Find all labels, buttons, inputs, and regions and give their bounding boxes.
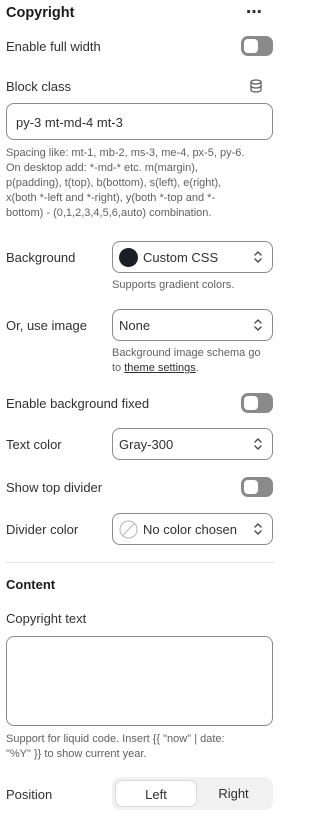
help-line: bottom) - (0,1,2,3,4,5,6,auto) combinati… xyxy=(6,207,212,219)
select-chevron-icon xyxy=(254,523,262,535)
toggle-knob xyxy=(244,480,258,494)
background-value: Custom CSS xyxy=(143,250,219,265)
no-color-swatch-icon xyxy=(119,520,138,539)
help-line: On desktop add: *-md-* etc. m(margin), xyxy=(6,162,198,174)
text-color-label: Text color xyxy=(6,437,62,452)
copyright-text-input[interactable] xyxy=(6,636,273,726)
section-divider xyxy=(6,562,274,563)
block-class-help: Spacing like: mt-1, mb-2, ms-3, me-4, px… xyxy=(6,146,278,221)
background-swatch xyxy=(119,248,138,267)
theme-settings-link[interactable]: theme settings xyxy=(124,362,196,374)
copyright-help: Support for liquid code. Insert {{ "now"… xyxy=(6,732,281,762)
bg-fixed-toggle[interactable] xyxy=(241,393,273,413)
content-heading: Content xyxy=(6,577,56,592)
full-width-label: Enable full width xyxy=(6,39,101,54)
background-select[interactable]: Custom CSS xyxy=(112,241,273,273)
help-line: Background image schema go xyxy=(112,347,261,359)
select-chevron-icon xyxy=(254,438,262,450)
help-line: p(padding), t(top), b(bottom), s(left), … xyxy=(6,177,222,189)
image-help: Background image schema go to theme sett… xyxy=(112,346,282,376)
full-width-toggle[interactable] xyxy=(241,36,273,56)
text-color-value: Gray-300 xyxy=(119,437,174,452)
position-label: Position xyxy=(6,787,53,802)
top-divider-label: Show top divider xyxy=(6,480,103,495)
position-option-right[interactable]: Right xyxy=(197,780,270,807)
position-segmented-control: Left Right xyxy=(112,777,273,810)
block-class-value: py-3 mt-md-4 mt-3 xyxy=(16,115,123,130)
help-line: "%Y" }} to show current year. xyxy=(6,748,147,760)
select-chevron-icon xyxy=(254,251,262,263)
help-line: Spacing like: mt-1, mb-2, ms-3, me-4, px… xyxy=(6,147,245,159)
copyright-text-label: Copyright text xyxy=(6,611,87,626)
help-line: Support for liquid code. Insert {{ "now"… xyxy=(6,733,225,745)
text-color-select[interactable]: Gray-300 xyxy=(112,428,273,460)
help-text: to xyxy=(112,362,125,374)
help-line: x(both *-left and *-right), y(both *-top… xyxy=(6,192,216,204)
help-text: . xyxy=(195,362,199,374)
help-line: to theme settings. xyxy=(112,361,282,376)
select-chevron-icon xyxy=(254,319,262,331)
divider-color-value: No color chosen xyxy=(143,522,237,537)
divider-color-select[interactable]: No color chosen xyxy=(112,513,273,545)
database-icon[interactable] xyxy=(249,79,263,93)
more-options-icon[interactable]: ⋯ xyxy=(246,2,262,22)
image-value: None xyxy=(119,318,151,333)
image-select[interactable]: None xyxy=(112,309,273,341)
background-help: Supports gradient colors. xyxy=(112,279,235,291)
block-class-label: Block class xyxy=(6,79,72,94)
bg-fixed-label: Enable background fixed xyxy=(6,396,150,411)
block-title: Copyright xyxy=(6,5,75,21)
top-divider-toggle[interactable] xyxy=(241,477,273,497)
image-label: Or, use image xyxy=(6,318,87,333)
toggle-knob xyxy=(244,396,258,410)
block-class-input[interactable]: py-3 mt-md-4 mt-3 xyxy=(6,103,273,140)
toggle-knob xyxy=(244,39,258,53)
background-label: Background xyxy=(6,250,76,265)
divider-color-label: Divider color xyxy=(6,522,79,537)
position-option-left[interactable]: Left xyxy=(115,780,197,807)
